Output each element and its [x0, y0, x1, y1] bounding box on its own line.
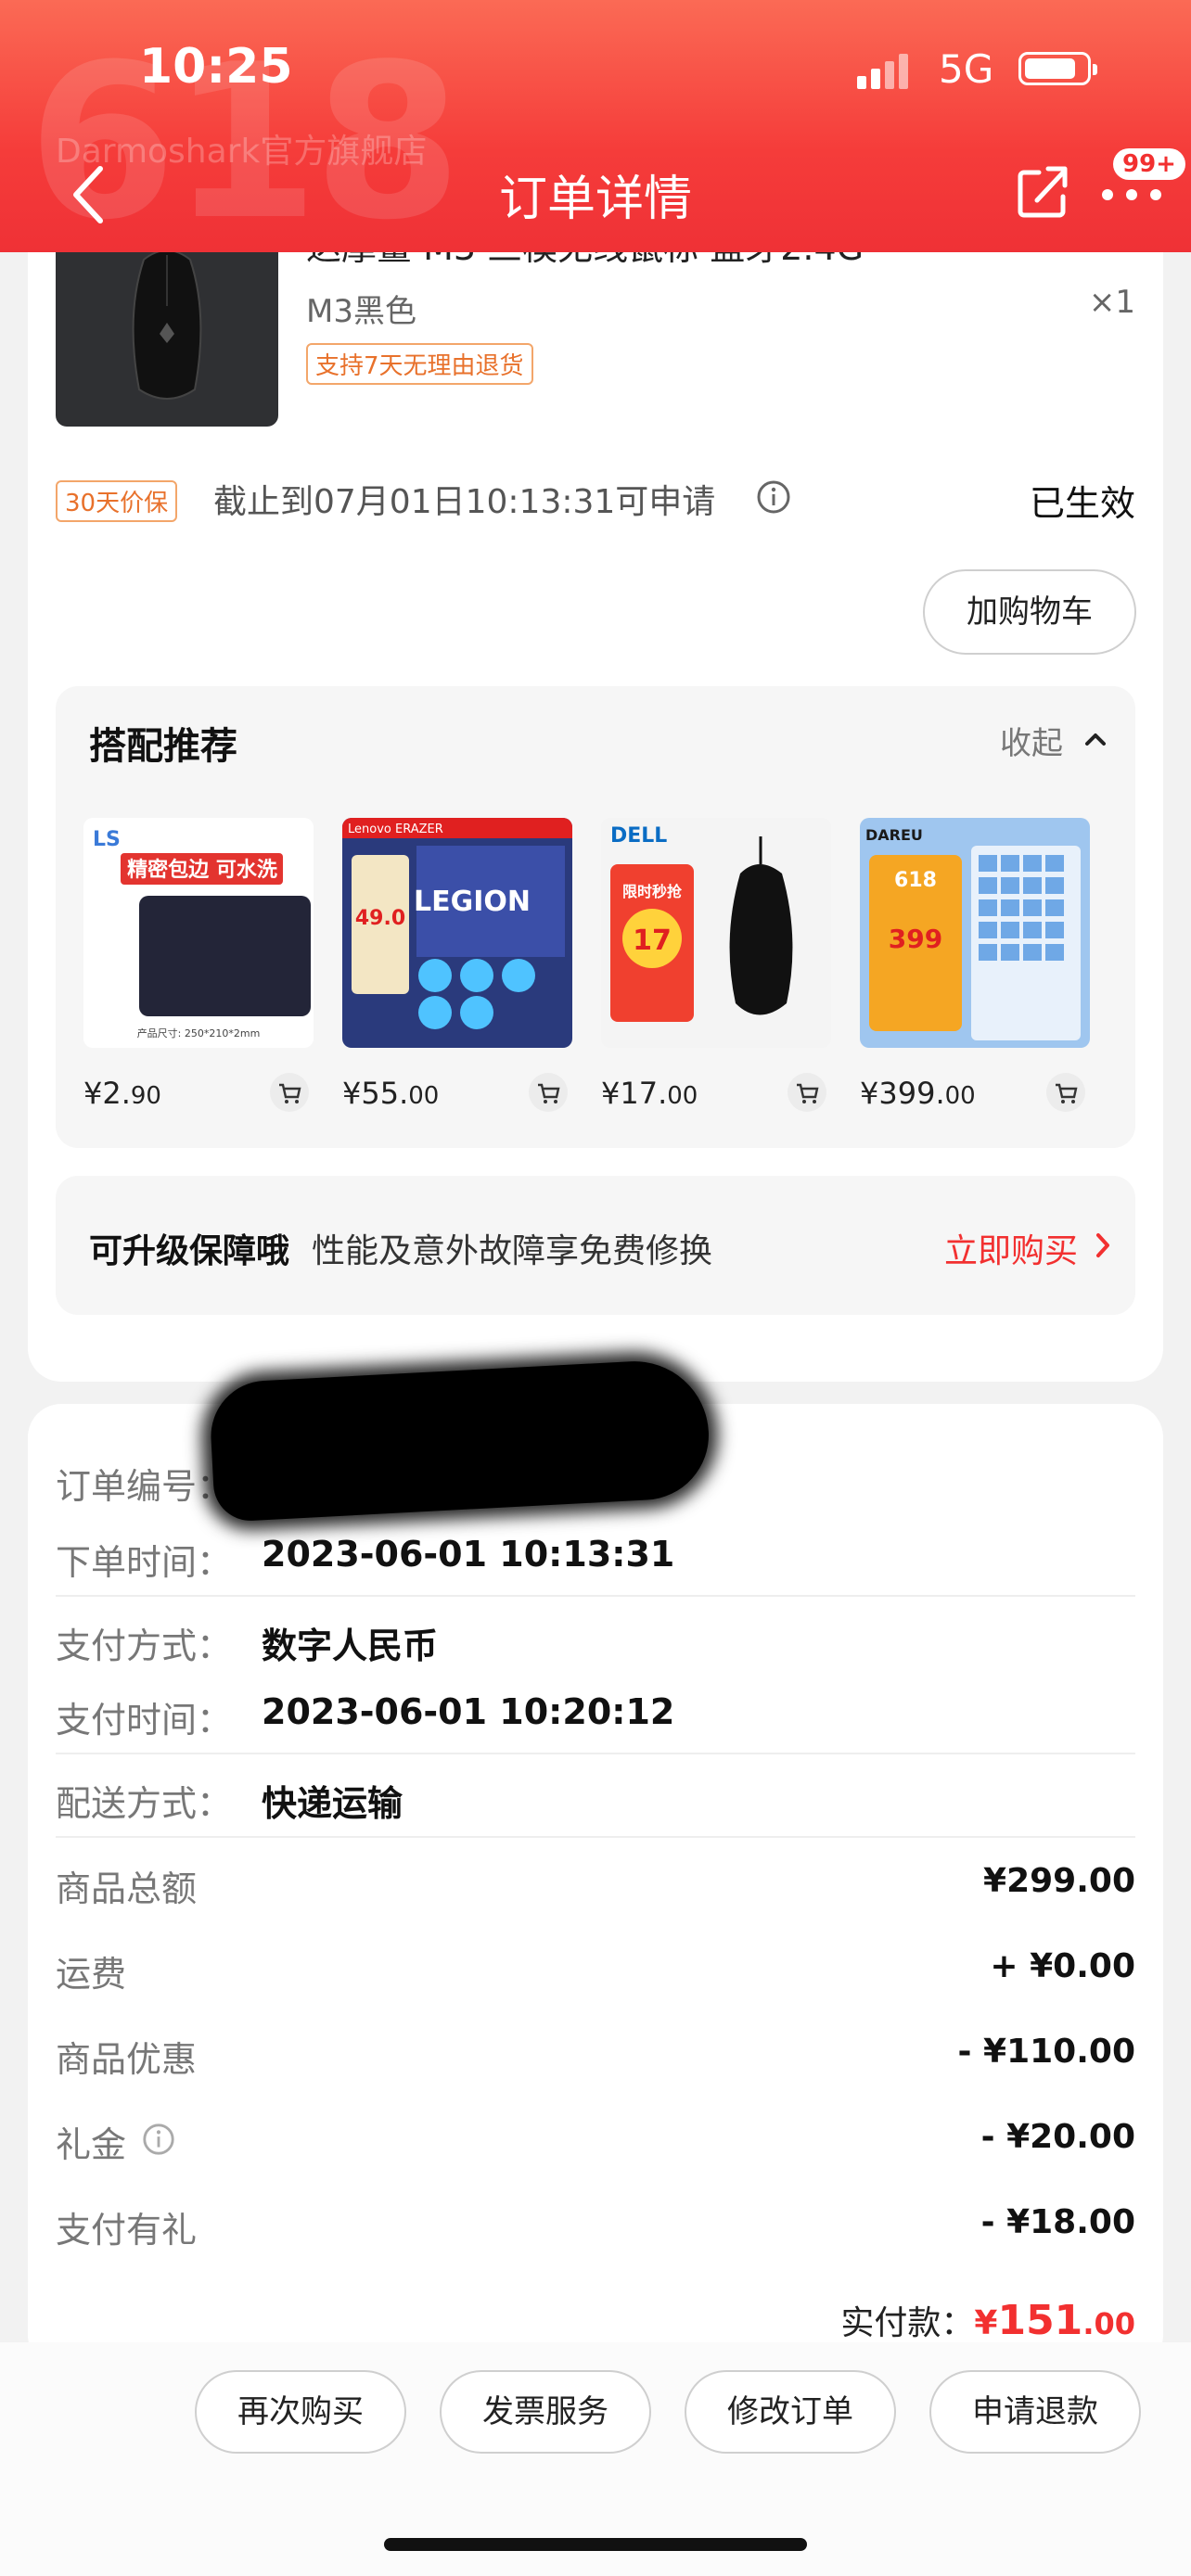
order-number-label: 订单编号：: [56, 1466, 233, 1507]
request-refund-button[interactable]: 申请退款: [929, 2370, 1141, 2454]
status-time: 10:25: [139, 39, 293, 95]
product-variant: M3黑色: [306, 293, 416, 330]
amount-label-shipping: 运费: [56, 1954, 127, 1995]
amount-label-discount: 商品优惠: [56, 2039, 198, 2080]
pay-time-label: 支付时间：: [56, 1700, 233, 1741]
svg-text:限时秒抢: 限时秒抢: [622, 883, 683, 900]
redaction-mark: [208, 1358, 712, 1523]
recommend-item-price: ¥2.90: [83, 1076, 161, 1111]
chevron-up-icon[interactable]: [1082, 725, 1109, 753]
recommend-item-price: ¥17.00: [601, 1076, 698, 1111]
svg-text:399: 399: [889, 924, 942, 954]
svg-text:618: 618: [894, 869, 937, 892]
svg-text:DELL: DELL: [610, 824, 667, 848]
pay-time: 2023-06-01 10:20:12: [262, 1691, 675, 1732]
network-type: 5G: [939, 46, 994, 92]
signal-icon: [857, 54, 913, 89]
invoice-service-button[interactable]: 发票服务: [440, 2370, 651, 2454]
brand-logo: LS: [93, 828, 121, 851]
recommend-item-image[interactable]: LS 精密包边 可水洗 产品尺寸: 250*210*2mm: [83, 818, 314, 1048]
upgrade-desc: 性能及意外故障享免费修换: [312, 1232, 713, 1270]
cart-icon[interactable]: [269, 1072, 310, 1113]
share-icon[interactable]: [1011, 159, 1076, 224]
upgrade-title: 可升级保障哦: [89, 1232, 290, 1270]
paid-value: 151: [997, 2297, 1083, 2344]
info-icon[interactable]: [755, 478, 792, 516]
paid-amount: 实付款：¥151.00: [840, 2297, 1135, 2344]
buy-again-button[interactable]: 再次购买: [195, 2370, 406, 2454]
cart-icon[interactable]: [1045, 1072, 1086, 1113]
buy-now-link[interactable]: 立即购买: [944, 1224, 1078, 1272]
svg-text:精密包边 可水洗: 精密包边 可水洗: [127, 858, 277, 882]
amount-value-gift: - ¥20.00: [980, 2118, 1135, 2156]
amount-value-pay-reward: - ¥18.00: [980, 2203, 1135, 2241]
shipping-method: 快递运输: [262, 1783, 403, 1824]
svg-text:产品尺寸: 250*210*2mm: 产品尺寸: 250*210*2mm: [137, 1027, 261, 1039]
amount-label-gift: 礼金: [56, 2124, 127, 2165]
svg-text:17: 17: [633, 925, 672, 957]
recommend-item-image[interactable]: DELL 限时秒抢 17: [601, 818, 831, 1048]
price-protect-tag: 30天价保: [56, 480, 178, 522]
battery-icon: [1018, 52, 1097, 85]
price-protect-deadline: 截止到07月01日10:13:31可申请: [213, 483, 716, 521]
chevron-right-icon[interactable]: [1091, 1230, 1115, 1261]
recommend-item-price: ¥55.00: [342, 1076, 440, 1111]
modify-order-button[interactable]: 修改订单: [685, 2370, 896, 2454]
amount-label-subtotal: 商品总额: [56, 1868, 198, 1909]
amount-value-subtotal: ¥299.00: [983, 1862, 1135, 1900]
pay-method-label: 支付方式：: [56, 1626, 233, 1666]
amount-label-pay-reward: 支付有礼: [56, 2210, 198, 2251]
message-badge: 99+: [1113, 148, 1185, 180]
recommend-item-image[interactable]: DAREU 618 399: [860, 818, 1090, 1048]
svg-text:49.0: 49.0: [355, 907, 405, 930]
order-time-label: 下单时间：: [56, 1542, 233, 1583]
amount-value-shipping: + ¥0.00: [990, 1947, 1135, 1985]
price-protect-status: 已生效: [1029, 483, 1135, 524]
svg-text:LEGION: LEGION: [414, 886, 531, 918]
recommend-item-price: ¥399.00: [860, 1076, 976, 1111]
divider: [56, 1753, 1135, 1754]
divider: [56, 1836, 1135, 1838]
recommend-item-image[interactable]: Lenovo ERAZER LEGION 49.0: [342, 818, 572, 1048]
svg-text:DAREU: DAREU: [865, 826, 923, 844]
order-time: 2023-06-01 10:13:31: [262, 1534, 675, 1575]
recommend-title: 搭配推荐: [89, 725, 237, 768]
gift-info-icon[interactable]: [141, 2122, 176, 2157]
paid-label: 实付款：: [840, 2304, 975, 2342]
amount-value-discount: - ¥110.00: [957, 2033, 1135, 2071]
cart-icon[interactable]: [528, 1072, 569, 1113]
pay-method: 数字人民币: [262, 1626, 439, 1666]
shipping-label: 配送方式：: [56, 1783, 233, 1824]
cart-icon[interactable]: [787, 1072, 827, 1113]
return-policy-tag: 支持7天无理由退货: [306, 343, 533, 385]
product-quantity: ×1: [1088, 284, 1135, 321]
divider: [56, 1595, 1135, 1597]
add-to-cart-button[interactable]: 加购物车: [923, 569, 1136, 655]
svg-text:Lenovo ERAZER: Lenovo ERAZER: [348, 823, 443, 836]
home-indicator[interactable]: [384, 2538, 807, 2551]
collapse-button[interactable]: 收起: [1000, 718, 1063, 763]
